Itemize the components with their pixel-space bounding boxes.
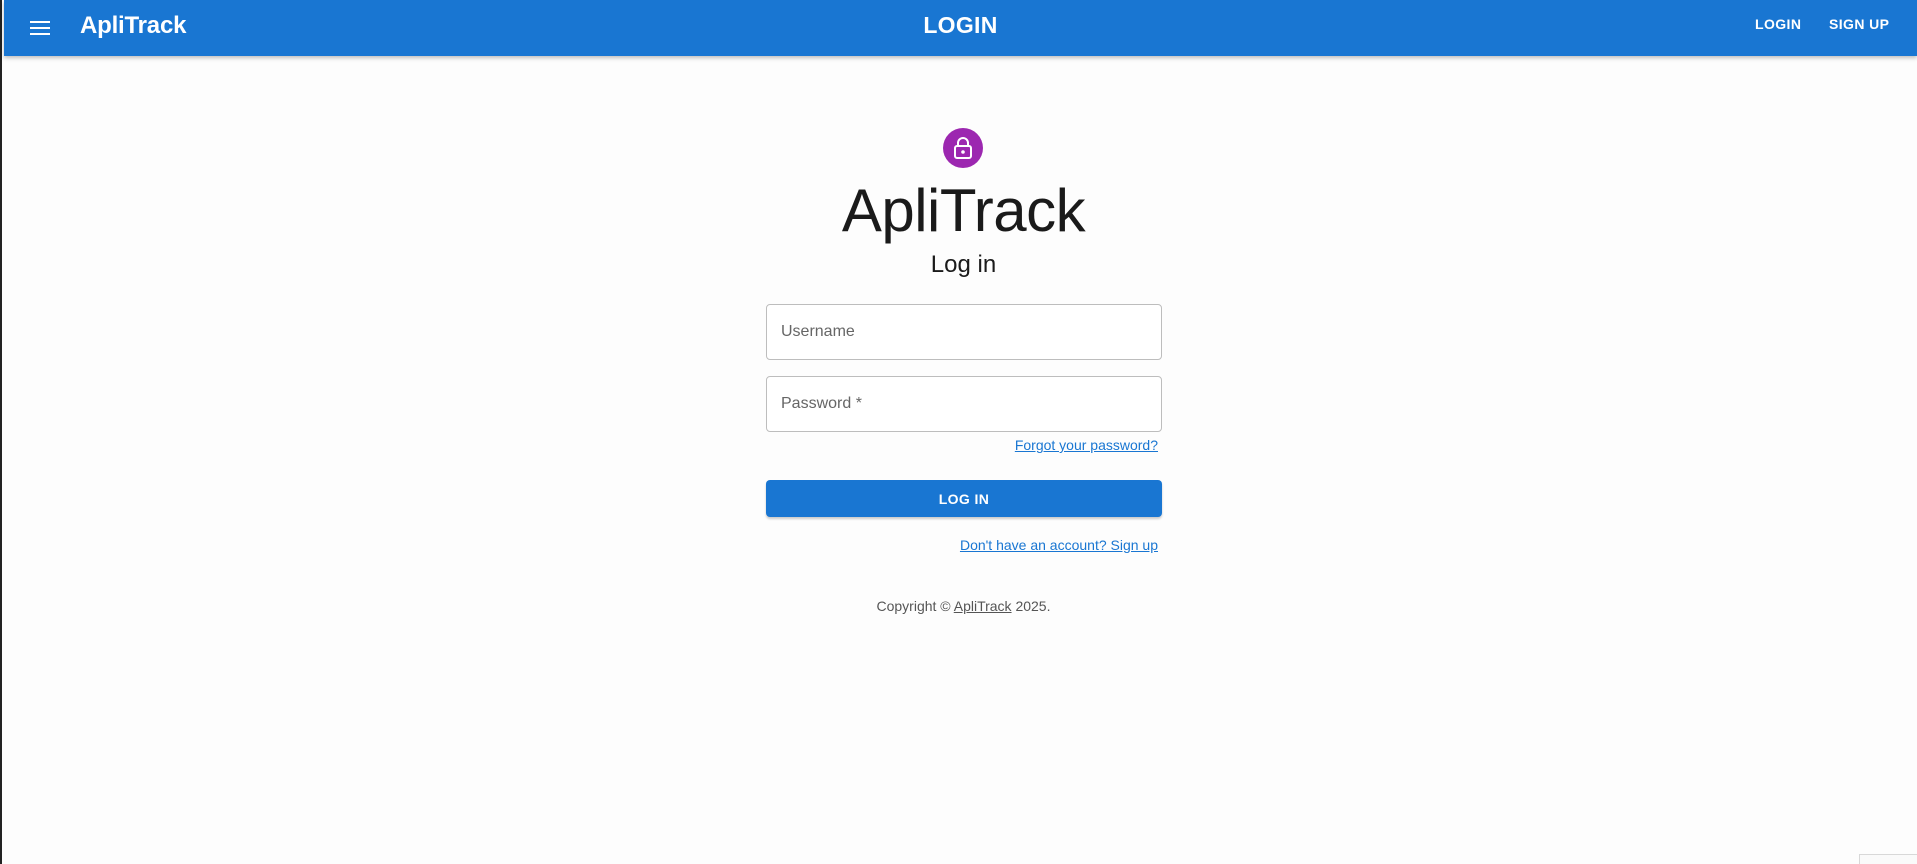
copyright-prefix: Copyright © (876, 598, 954, 614)
forgot-password-link[interactable]: Forgot your password? (1015, 437, 1158, 453)
signup-link[interactable]: Don't have an account? Sign up (960, 537, 1158, 553)
copyright-suffix: 2025. (1011, 598, 1051, 614)
nav-login-button[interactable]: LOGIN (1755, 16, 1801, 32)
page-frame: ApliTrack LOGIN LOGIN SIGN UP ApliTrack … (0, 0, 1917, 864)
nav-signup-button[interactable]: SIGN UP (1829, 16, 1889, 32)
app-bar: ApliTrack LOGIN LOGIN SIGN UP (4, 0, 1917, 56)
app-title: ApliTrack (841, 177, 1086, 244)
lock-avatar (943, 128, 983, 168)
login-submit-button[interactable]: LOG IN (766, 480, 1162, 517)
corner-widget (1859, 854, 1917, 864)
form-subtitle: Log in (930, 251, 997, 278)
username-field-wrapper (766, 304, 1162, 360)
password-input[interactable] (767, 377, 1161, 431)
copyright-brand-link[interactable]: ApliTrack (954, 598, 1012, 614)
lock-icon (954, 137, 972, 159)
page-title: LOGIN (923, 12, 998, 38)
password-field-wrapper (766, 376, 1162, 432)
copyright-text: Copyright © ApliTrack 2025. (2, 598, 1917, 614)
username-input[interactable] (767, 305, 1161, 359)
